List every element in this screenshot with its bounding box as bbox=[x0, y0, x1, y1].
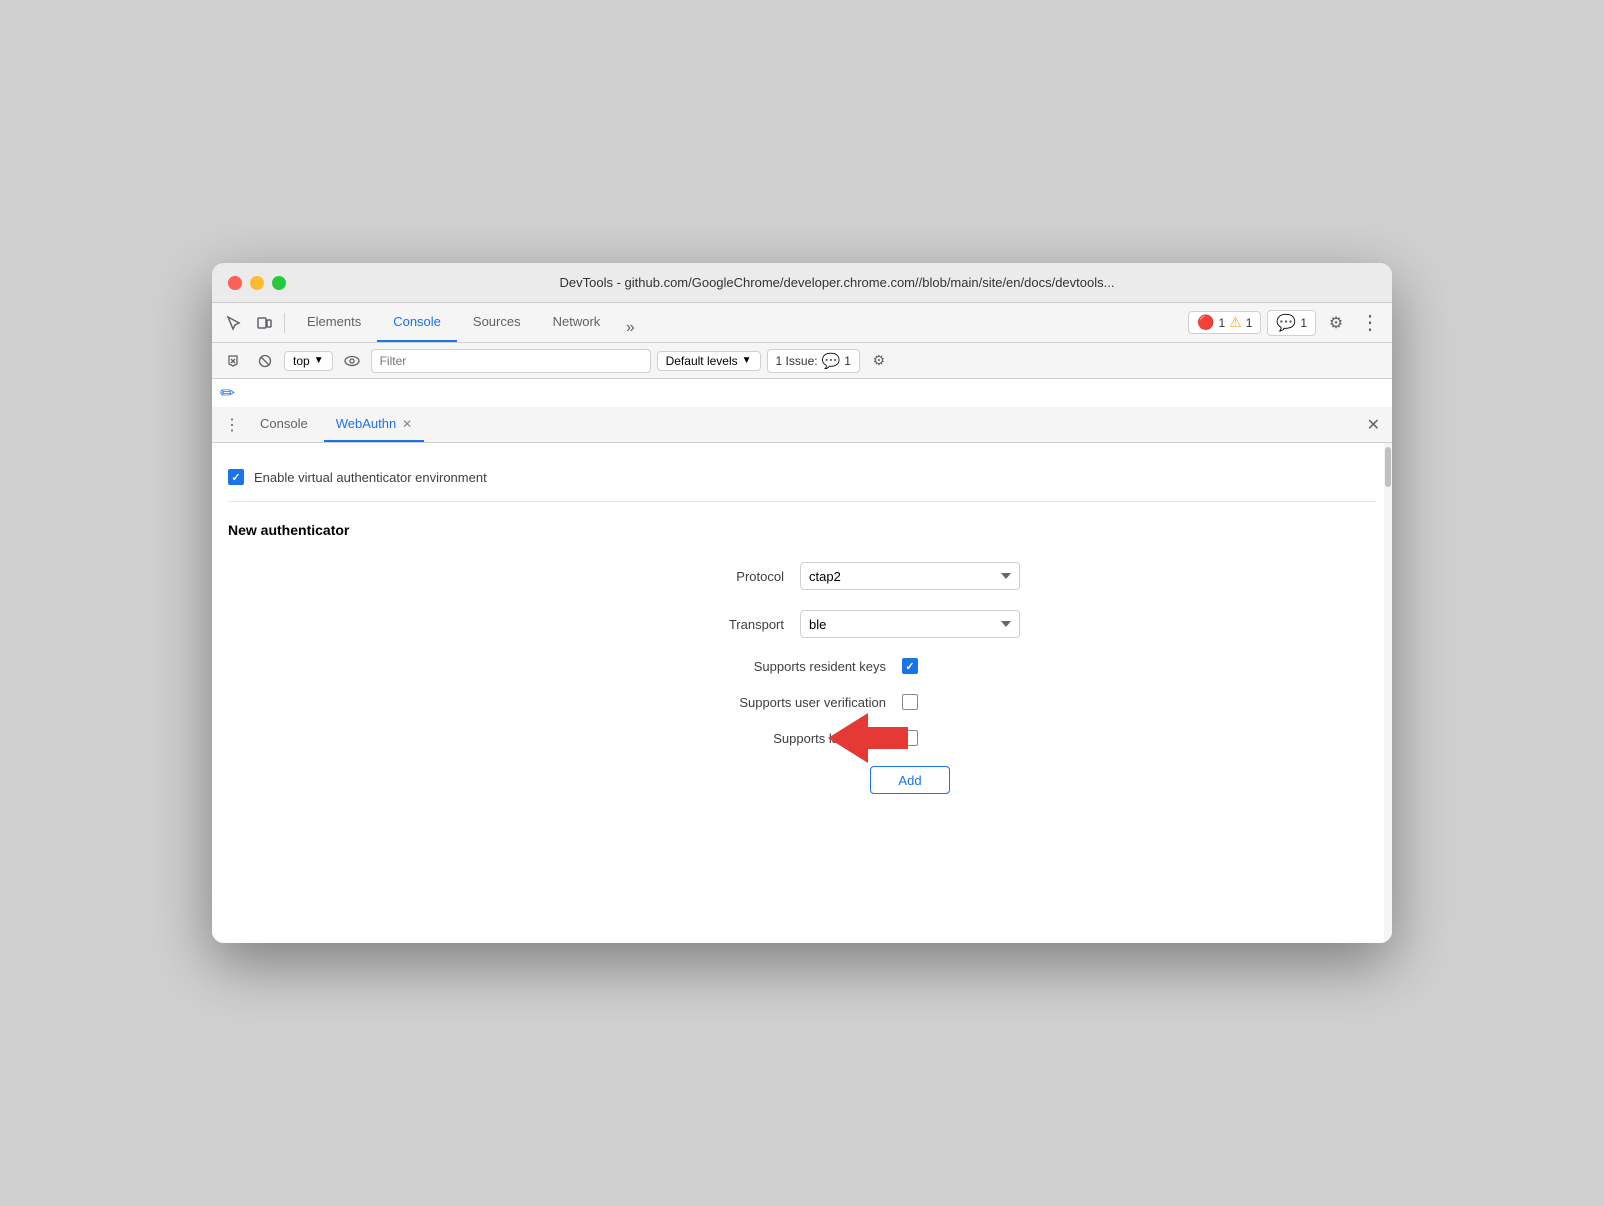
toolbar-divider bbox=[284, 313, 285, 333]
panel-tabs-bar: ⋮ Console WebAuthn ✕ ✕ bbox=[212, 407, 1392, 443]
error-badge[interactable]: 🔴 1 ⚠ 1 bbox=[1188, 311, 1261, 334]
levels-selector[interactable]: Default levels ▼ bbox=[657, 351, 761, 371]
tab-console[interactable]: Console bbox=[377, 303, 457, 342]
top-bar: ✏ bbox=[212, 379, 1392, 407]
no-icon[interactable] bbox=[252, 348, 278, 374]
webauthn-tab-close-icon[interactable]: ✕ bbox=[402, 417, 412, 431]
info-icon: 💬 bbox=[1276, 313, 1296, 333]
protocol-select[interactable]: ctap2 u2f bbox=[800, 562, 1020, 590]
kebab-icon: ⋮ bbox=[1360, 310, 1380, 335]
add-button-row: Add bbox=[502, 766, 1102, 794]
transport-select[interactable]: ble usb nfc internal bbox=[800, 610, 1020, 638]
badge-group: 🔴 1 ⚠ 1 💬 1 ⚙ ⋮ bbox=[1188, 309, 1384, 337]
context-selector[interactable]: top ▼ bbox=[284, 351, 333, 371]
maximize-button[interactable] bbox=[272, 276, 286, 290]
minimize-button[interactable] bbox=[250, 276, 264, 290]
red-arrow-annotation bbox=[828, 713, 908, 763]
more-tabs-button[interactable]: » bbox=[616, 314, 644, 342]
gear-icon: ⚙ bbox=[873, 352, 886, 369]
panel-menu-icon[interactable]: ⋮ bbox=[220, 411, 244, 439]
webauthn-panel: Enable virtual authenticator environment… bbox=[212, 443, 1392, 943]
large-blob-row: Supports large blob bbox=[502, 730, 1102, 746]
title-bar: DevTools - github.com/GoogleChrome/devel… bbox=[212, 263, 1392, 303]
tab-network[interactable]: Network bbox=[537, 303, 617, 342]
add-button[interactable]: Add bbox=[870, 766, 950, 794]
devtools-toolbar: Elements Console Sources Network » 🔴 1 ⚠… bbox=[212, 303, 1392, 343]
edit-link-icon[interactable]: ✏ bbox=[220, 383, 235, 404]
transport-label: Transport bbox=[584, 617, 784, 632]
eye-icon[interactable] bbox=[339, 348, 365, 374]
panel-close-button[interactable]: ✕ bbox=[1363, 411, 1384, 439]
console-toolbar: top ▼ Default levels ▼ 1 Issue: 💬 1 ⚙ bbox=[212, 343, 1392, 379]
window-title: DevTools - github.com/GoogleChrome/devel… bbox=[298, 275, 1376, 290]
resident-keys-checkbox[interactable] bbox=[902, 658, 918, 674]
info-badge[interactable]: 💬 1 bbox=[1267, 310, 1316, 336]
protocol-label: Protocol bbox=[584, 569, 784, 584]
console-tab-label: Console bbox=[260, 416, 308, 431]
settings-icon[interactable]: ⚙ bbox=[1322, 309, 1350, 337]
warning-icon: ⚠ bbox=[1229, 314, 1242, 331]
transport-row: Transport ble usb nfc internal bbox=[502, 610, 1102, 638]
tab-elements[interactable]: Elements bbox=[291, 303, 377, 342]
arrow-svg bbox=[828, 713, 908, 763]
scrollbar-thumb bbox=[1385, 447, 1391, 487]
error-icon: 🔴 bbox=[1197, 314, 1214, 331]
clear-console-icon[interactable] bbox=[220, 348, 246, 374]
warning-count: 1 bbox=[1246, 316, 1253, 330]
protocol-row: Protocol ctap2 u2f bbox=[502, 562, 1102, 590]
user-verification-label: Supports user verification bbox=[686, 695, 886, 710]
enable-row: Enable virtual authenticator environment bbox=[228, 459, 1376, 502]
resident-keys-label: Supports resident keys bbox=[686, 659, 886, 674]
resident-keys-row: Supports resident keys bbox=[502, 658, 1102, 674]
enable-checkbox[interactable] bbox=[228, 469, 244, 485]
device-toolbar-icon[interactable] bbox=[250, 309, 278, 337]
select-element-icon[interactable] bbox=[220, 309, 248, 337]
console-settings-icon[interactable]: ⚙ bbox=[866, 348, 892, 374]
chevron-down-icon: ▼ bbox=[742, 355, 752, 366]
info-count: 1 bbox=[1300, 316, 1307, 330]
enable-label: Enable virtual authenticator environment bbox=[254, 470, 487, 485]
more-options-icon[interactable]: ⋮ bbox=[1356, 309, 1384, 337]
tab-sources[interactable]: Sources bbox=[457, 303, 537, 342]
authenticator-form: Protocol ctap2 u2f Transport ble usb nfc… bbox=[502, 562, 1102, 794]
window-controls bbox=[228, 276, 286, 290]
webauthn-tab-label: WebAuthn bbox=[336, 416, 396, 431]
tab-webauthn-panel[interactable]: WebAuthn ✕ bbox=[324, 407, 425, 442]
close-button[interactable] bbox=[228, 276, 242, 290]
issue-label: 1 Issue: bbox=[776, 354, 818, 368]
user-verification-checkbox[interactable] bbox=[902, 694, 918, 710]
filter-input[interactable] bbox=[371, 349, 651, 373]
context-value: top bbox=[293, 354, 310, 368]
user-verification-row: Supports user verification bbox=[502, 694, 1102, 710]
issue-icon: 💬 bbox=[822, 352, 841, 370]
issue-badge[interactable]: 1 Issue: 💬 1 bbox=[767, 349, 860, 373]
error-count: 1 bbox=[1218, 316, 1225, 330]
devtools-window: DevTools - github.com/GoogleChrome/devel… bbox=[212, 263, 1392, 943]
new-authenticator-title: New authenticator bbox=[228, 522, 1376, 538]
chevron-down-icon: ▼ bbox=[314, 355, 324, 366]
issue-count: 1 bbox=[844, 354, 851, 368]
gear-icon: ⚙ bbox=[1329, 313, 1343, 333]
levels-label: Default levels bbox=[666, 354, 738, 368]
tab-console-panel[interactable]: Console bbox=[248, 407, 320, 442]
scrollbar[interactable] bbox=[1384, 443, 1392, 943]
main-content: ✏ ⋮ Console WebAuthn ✕ ✕ Enable virtual … bbox=[212, 379, 1392, 943]
tab-nav: Elements Console Sources Network » bbox=[291, 303, 644, 342]
